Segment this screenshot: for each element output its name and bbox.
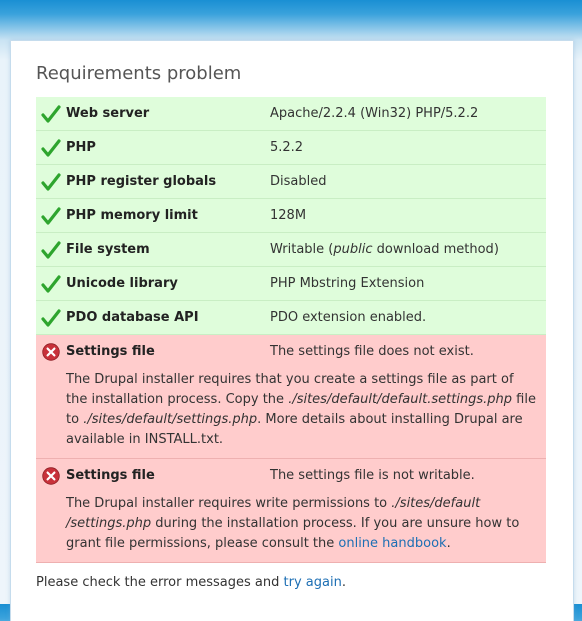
error-description: The Drupal installer requires write perm… [36, 492, 546, 562]
error-row-settings-missing: Settings file The settings file does not… [36, 334, 546, 368]
error-description: The Drupal installer requires that you c… [36, 368, 546, 458]
desc-text: The Drupal installer requires write perm… [66, 496, 392, 511]
page-title: Requirements problem [36, 63, 242, 84]
requirement-value: PHP Mbstring Extension [270, 266, 546, 301]
requirement-value: 128M [270, 198, 546, 233]
footer-suffix: . [341, 575, 346, 590]
desc-path: ./sites/default/settings.php [83, 412, 258, 427]
try-again-link[interactable]: try again [284, 575, 342, 590]
check-icon [41, 308, 61, 327]
check-icon [41, 274, 61, 293]
requirement-label: PDO database API [66, 300, 270, 335]
error-value: The settings file is not writable. [270, 458, 546, 492]
footer-message: Please check the error messages and try … [36, 575, 346, 590]
requirement-label: PHP register globals [66, 164, 270, 199]
requirement-value: PDO extension enabled. [270, 300, 546, 335]
requirement-row-memory-limit: PHP memory limit 128M [36, 198, 546, 233]
desc-text: . [446, 536, 451, 551]
requirement-value: 5.2.2 [270, 130, 546, 165]
requirements-table: Web server Apache/2.2.4 (Win32) PHP/5.2.… [36, 97, 546, 563]
requirement-label: PHP memory limit [66, 198, 270, 233]
error-description-row: The Drupal installer requires that you c… [36, 368, 546, 459]
error-value: The settings file does not exist. [270, 334, 546, 368]
error-label: Settings file [66, 458, 270, 492]
requirement-label: Unicode library [66, 266, 270, 301]
install-panel: Requirements problem Web server Apache/2… [10, 40, 574, 621]
requirement-row-php: PHP 5.2.2 [36, 130, 546, 165]
footer-text: Please check the error messages and [36, 575, 284, 590]
desc-path: ./sites/default/default.settings.php [288, 392, 513, 407]
error-icon [42, 342, 60, 361]
value-suffix: download method) [372, 242, 499, 257]
requirement-row-file-system: File system Writable (public download me… [36, 232, 546, 267]
error-icon [42, 466, 60, 485]
requirement-label: Web server [66, 97, 270, 131]
check-icon [41, 206, 61, 225]
error-description-row: The Drupal installer requires write perm… [36, 492, 546, 563]
value-prefix: Writable ( [270, 242, 334, 257]
requirement-value: Writable (public download method) [270, 232, 546, 267]
error-row-settings-not-writable: Settings file The settings file is not w… [36, 458, 546, 492]
requirement-row-web-server: Web server Apache/2.2.4 (Win32) PHP/5.2.… [36, 97, 546, 131]
requirement-value: Disabled [270, 164, 546, 199]
check-icon [41, 138, 61, 157]
requirement-row-pdo: PDO database API PDO extension enabled. [36, 300, 546, 335]
value-emphasis: public [333, 242, 373, 257]
requirement-label: PHP [66, 130, 270, 165]
requirement-value: Apache/2.2.4 (Win32) PHP/5.2.2 [270, 97, 546, 131]
check-icon [41, 104, 61, 123]
requirement-row-unicode: Unicode library PHP Mbstring Extension [36, 266, 546, 301]
error-label: Settings file [66, 334, 270, 368]
requirement-row-register-globals: PHP register globals Disabled [36, 164, 546, 199]
online-handbook-link[interactable]: online handbook [338, 536, 446, 551]
requirement-label: File system [66, 232, 270, 267]
check-icon [41, 240, 61, 259]
check-icon [41, 172, 61, 191]
